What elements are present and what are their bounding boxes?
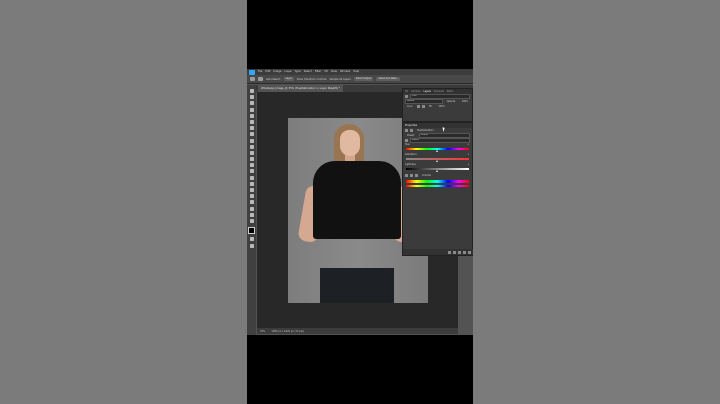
fill-label: Fill: bbox=[428, 104, 433, 108]
adjustment-name: Hue/Saturation bbox=[417, 128, 434, 132]
lock-position-icon[interactable] bbox=[421, 105, 425, 108]
eraser-tool-icon[interactable] bbox=[249, 157, 254, 162]
tab-paths[interactable]: Paths bbox=[447, 90, 453, 93]
channel-row: Master bbox=[403, 138, 472, 143]
eyedropper-tool-icon[interactable] bbox=[249, 126, 254, 131]
marquee-tool-icon[interactable] bbox=[249, 95, 254, 100]
move-tool-icon[interactable] bbox=[258, 77, 263, 81]
document-dimensions: 1080 px x 1920 px (72 ppi) bbox=[271, 329, 304, 333]
lightness-slider[interactable]: 0 bbox=[406, 164, 469, 172]
saturation-value[interactable]: 0 bbox=[468, 154, 469, 156]
auto-select-dropdown[interactable]: Layer bbox=[283, 77, 294, 81]
properties-footer bbox=[403, 249, 473, 255]
options-bar: Auto-Select: Layer Show Transform Contro… bbox=[247, 75, 473, 84]
channel-dropdown[interactable]: Master bbox=[410, 138, 470, 143]
eyedropper-plus-icon[interactable] bbox=[410, 174, 413, 177]
rectangle-tool-icon[interactable] bbox=[249, 200, 254, 205]
adjustment-layer-icon bbox=[405, 129, 408, 132]
hue-label: Hue: bbox=[405, 143, 411, 146]
screen-mode-icon[interactable] bbox=[249, 243, 254, 248]
color-swatches[interactable] bbox=[248, 227, 255, 235]
color-range-bar-top bbox=[406, 180, 469, 183]
lightness-label: Lightness: bbox=[405, 163, 417, 166]
blur-tool-icon[interactable] bbox=[249, 169, 254, 174]
clip-to-layer-icon[interactable] bbox=[448, 250, 451, 254]
hue-slider-thumb[interactable] bbox=[436, 150, 438, 152]
show-transform-checkbox[interactable]: Show Transform Controls bbox=[297, 78, 327, 81]
blend-opacity-row: Normal Opacity: 100% bbox=[403, 99, 472, 104]
path-select-tool-icon[interactable] bbox=[249, 194, 254, 199]
color-range-bar-bottom bbox=[406, 184, 469, 187]
photoshop-window: File Edit Image Layer Type Select Filter… bbox=[247, 69, 473, 335]
layer-mask-icon[interactable] bbox=[410, 129, 413, 132]
history-brush-tool-icon[interactable] bbox=[249, 150, 254, 155]
clone-stamp-tool-icon[interactable] bbox=[249, 144, 254, 149]
quick-mask-icon[interactable] bbox=[249, 237, 254, 242]
preset-label: Preset: bbox=[407, 133, 415, 137]
frame-tool-icon[interactable] bbox=[249, 119, 254, 124]
saturation-slider-thumb[interactable] bbox=[436, 160, 438, 162]
view-previous-icon[interactable] bbox=[453, 250, 456, 254]
lasso-tool-icon[interactable] bbox=[249, 101, 254, 106]
status-bar: 33% 1080 px x 1920 px (72 ppi) bbox=[257, 328, 458, 334]
photo-black-tshirt bbox=[313, 161, 401, 239]
photo-face bbox=[340, 130, 360, 156]
type-tool-icon[interactable] bbox=[249, 188, 254, 192]
opacity-value[interactable]: 100% bbox=[460, 100, 470, 104]
reset-icon[interactable] bbox=[458, 250, 461, 254]
select-subject-button[interactable]: Select Subject bbox=[353, 77, 374, 81]
tab-3d[interactable]: 3D bbox=[405, 90, 408, 93]
tools-panel bbox=[247, 85, 256, 335]
lock-pixels-icon[interactable] bbox=[416, 105, 420, 108]
colorize-checkbox[interactable]: Colorize bbox=[420, 174, 433, 178]
select-and-mask-button[interactable]: Select and Mask... bbox=[376, 77, 401, 81]
lightness-value[interactable]: 0 bbox=[468, 164, 469, 166]
eyedropper-row: Colorize bbox=[403, 173, 472, 178]
photo-pants bbox=[320, 268, 394, 303]
photoshop-logo-icon bbox=[249, 69, 255, 75]
properties-panel: Properties Hue/Saturation Preset: Defaul… bbox=[402, 122, 473, 256]
visibility-icon[interactable] bbox=[463, 250, 466, 254]
trash-icon[interactable] bbox=[468, 250, 471, 254]
saturation-label: Saturation: bbox=[405, 153, 418, 156]
saturation-slider[interactable]: 0 bbox=[406, 154, 469, 162]
gradient-tool-icon[interactable] bbox=[249, 163, 254, 168]
crop-tool-icon[interactable] bbox=[249, 113, 254, 118]
more-tools-icon[interactable] bbox=[249, 218, 254, 223]
home-icon[interactable] bbox=[250, 77, 255, 81]
tab-libraries[interactable]: Libraries bbox=[411, 90, 420, 93]
targeted-adjustment-icon[interactable] bbox=[405, 139, 408, 142]
tab-channels[interactable]: Channels bbox=[434, 90, 444, 93]
zoom-tool-icon[interactable] bbox=[249, 212, 254, 217]
healing-brush-tool-icon[interactable] bbox=[249, 132, 254, 137]
fill-value[interactable]: 100% bbox=[436, 105, 446, 109]
search-icon bbox=[405, 95, 408, 98]
layers-panel: 3D Libraries Layers Channels Paths Kind … bbox=[402, 88, 473, 122]
tab-layers[interactable]: Layers bbox=[424, 90, 431, 93]
video-frame: File Edit Image Layer Type Select Filter… bbox=[247, 0, 473, 404]
move-tool-icon[interactable] bbox=[249, 89, 254, 93]
hue-slider[interactable]: 0 bbox=[406, 144, 469, 152]
lock-fill-row: Lock: Fill: 100% bbox=[403, 104, 472, 109]
pen-tool-icon[interactable] bbox=[249, 181, 254, 186]
hand-tool-icon[interactable] bbox=[249, 206, 254, 211]
sample-all-layers-checkbox[interactable]: Sample All Layers bbox=[330, 78, 351, 81]
lightness-slider-thumb[interactable] bbox=[436, 170, 438, 172]
auto-select-label: Auto-Select: bbox=[266, 77, 281, 81]
blend-mode-dropdown[interactable]: Normal bbox=[405, 99, 443, 104]
zoom-level[interactable]: 33% bbox=[260, 330, 265, 333]
document-tab[interactable]: WhatsApp_Image_@ 33% (Hue/Saturation 1, … bbox=[258, 85, 344, 92]
dodge-tool-icon[interactable] bbox=[249, 175, 254, 180]
lock-label: Lock: bbox=[407, 104, 413, 108]
eyedropper-icon[interactable] bbox=[405, 174, 408, 177]
brush-tool-icon[interactable] bbox=[249, 138, 254, 143]
eyedropper-minus-icon[interactable] bbox=[415, 174, 418, 177]
quick-select-tool-icon[interactable] bbox=[249, 107, 254, 112]
hue-value[interactable]: 0 bbox=[468, 144, 469, 146]
foreground-color-swatch[interactable] bbox=[248, 227, 255, 234]
opacity-label: Opacity: bbox=[446, 99, 456, 103]
